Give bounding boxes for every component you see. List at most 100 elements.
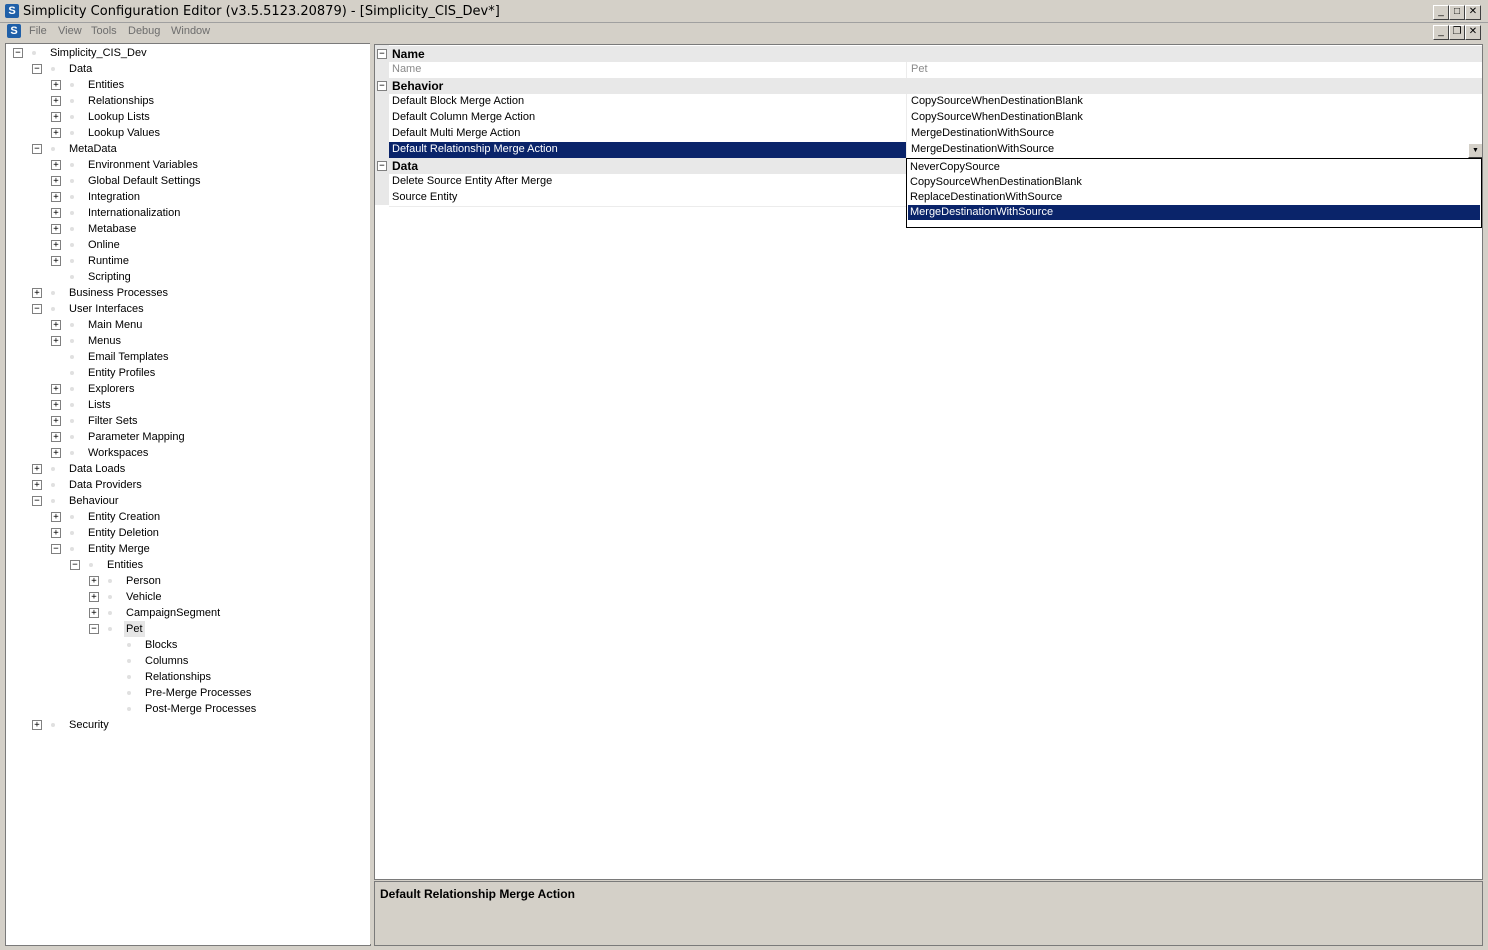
tree-node-label[interactable]: Workspaces bbox=[88, 445, 148, 461]
tree-node-label[interactable]: Pet bbox=[124, 621, 145, 637]
collapse-icon[interactable]: − bbox=[377, 49, 387, 59]
tree-node[interactable]: Email Templates bbox=[6, 349, 366, 365]
tree-node[interactable]: − Data bbox=[6, 61, 366, 77]
property-row[interactable]: Default Column Merge Action CopySourceWhe… bbox=[389, 110, 1482, 127]
minimize-icon[interactable]: _ bbox=[1433, 5, 1449, 20]
tree-node-label[interactable]: Entity Deletion bbox=[88, 525, 159, 541]
tree-node[interactable]: + Runtime bbox=[6, 253, 366, 269]
tree-node-label[interactable]: Business Processes bbox=[69, 285, 168, 301]
tree-node-label[interactable]: Entities bbox=[88, 77, 124, 93]
tree-node-label[interactable]: CampaignSegment bbox=[126, 605, 220, 621]
expand-icon[interactable]: + bbox=[51, 224, 61, 234]
expand-icon[interactable]: + bbox=[32, 480, 42, 490]
tree-node-label[interactable]: Relationships bbox=[145, 669, 211, 685]
menu-view[interactable]: View bbox=[58, 25, 82, 37]
collapse-icon[interactable]: − bbox=[32, 144, 42, 154]
expand-icon[interactable]: + bbox=[51, 128, 61, 138]
tree-node[interactable]: + Workspaces bbox=[6, 445, 366, 461]
tree-node-label[interactable]: Vehicle bbox=[126, 589, 161, 605]
tree-node[interactable]: Scripting bbox=[6, 269, 366, 285]
menu-window[interactable]: Window bbox=[171, 25, 210, 37]
expand-icon[interactable]: + bbox=[51, 160, 61, 170]
tree-node-label[interactable]: Runtime bbox=[88, 253, 129, 269]
expand-icon[interactable]: + bbox=[51, 320, 61, 330]
tree-node[interactable]: − MetaData bbox=[6, 141, 366, 157]
tree-node-label[interactable]: Metabase bbox=[88, 221, 136, 237]
property-row[interactable]: Default Block Merge Action CopySourceWhen… bbox=[389, 94, 1482, 111]
collapse-icon[interactable]: − bbox=[377, 161, 387, 171]
mdi-restore-icon[interactable]: ❐ bbox=[1449, 25, 1465, 40]
merge-action-dropdown-list[interactable]: NeverCopySource CopySourceWhenDestination… bbox=[906, 158, 1482, 228]
expand-icon[interactable]: + bbox=[51, 512, 61, 522]
tree-node-label[interactable]: Entities bbox=[107, 557, 143, 573]
tree-node-label[interactable]: Lists bbox=[88, 397, 111, 413]
property-value[interactable]: MergeDestinationWithSource bbox=[906, 126, 1482, 142]
tree-node[interactable]: + Integration bbox=[6, 189, 366, 205]
expand-icon[interactable]: + bbox=[51, 176, 61, 186]
tree-node-label[interactable]: Menus bbox=[88, 333, 121, 349]
tree-node-label[interactable]: Data bbox=[69, 61, 92, 77]
property-row[interactable]: Default Relationship Merge Action MergeDe… bbox=[389, 142, 1482, 159]
tree-node[interactable]: Entity Profiles bbox=[6, 365, 366, 381]
collapse-icon[interactable]: − bbox=[32, 64, 42, 74]
expand-icon[interactable]: + bbox=[89, 608, 99, 618]
configuration-tree[interactable]: − Simplicity_CIS_Dev − Data + Entities + Relati… bbox=[5, 43, 371, 946]
tree-node[interactable]: + Internationalization bbox=[6, 205, 366, 221]
expand-icon[interactable]: + bbox=[51, 448, 61, 458]
tree-node[interactable]: − User Interfaces bbox=[6, 301, 366, 317]
tree-node-label[interactable]: Entity Profiles bbox=[88, 365, 155, 381]
property-category[interactable]: − Behavior bbox=[375, 78, 1482, 94]
collapse-icon[interactable]: − bbox=[32, 304, 42, 314]
tree-node-label[interactable]: User Interfaces bbox=[69, 301, 144, 317]
expand-icon[interactable]: + bbox=[51, 400, 61, 410]
tree-node-label[interactable]: Scripting bbox=[88, 269, 131, 285]
property-row[interactable]: Name Pet bbox=[389, 62, 1482, 79]
expand-icon[interactable]: + bbox=[51, 96, 61, 106]
tree-node-label[interactable]: Blocks bbox=[145, 637, 177, 653]
tree-node[interactable]: + Security bbox=[6, 717, 366, 733]
expand-icon[interactable]: + bbox=[32, 288, 42, 298]
tree-node[interactable]: + Entity Creation bbox=[6, 509, 366, 525]
tree-node-label[interactable]: Entity Creation bbox=[88, 509, 160, 525]
expand-icon[interactable]: + bbox=[51, 208, 61, 218]
property-value[interactable]: CopySourceWhenDestinationBlank bbox=[906, 94, 1482, 110]
dropdown-option[interactable]: CopySourceWhenDestinationBlank bbox=[908, 175, 1480, 190]
menu-debug[interactable]: Debug bbox=[128, 25, 160, 37]
maximize-icon[interactable]: □ bbox=[1449, 5, 1465, 20]
dropdown-arrow-icon[interactable]: ▼ bbox=[1468, 143, 1482, 158]
expand-icon[interactable]: + bbox=[32, 720, 42, 730]
tree-node-label[interactable]: Data Providers bbox=[69, 477, 142, 493]
tree-node-label[interactable]: Online bbox=[88, 237, 120, 253]
splitter[interactable] bbox=[370, 43, 373, 944]
tree-node-label[interactable]: Global Default Settings bbox=[88, 173, 201, 189]
tree-node[interactable]: Relationships bbox=[6, 669, 366, 685]
expand-icon[interactable]: + bbox=[51, 80, 61, 90]
tree-node[interactable]: + Online bbox=[6, 237, 366, 253]
tree-node[interactable]: + Metabase bbox=[6, 221, 366, 237]
tree-node-label[interactable]: Behaviour bbox=[69, 493, 119, 509]
tree-node[interactable]: + Filter Sets bbox=[6, 413, 366, 429]
tree-node-label[interactable]: Pre-Merge Processes bbox=[145, 685, 251, 701]
dropdown-option[interactable]: ReplaceDestinationWithSource bbox=[908, 190, 1480, 205]
property-row[interactable]: Default Multi Merge Action MergeDestinati… bbox=[389, 126, 1482, 143]
tree-node-label[interactable]: Person bbox=[126, 573, 161, 589]
expand-icon[interactable]: + bbox=[51, 432, 61, 442]
tree-node[interactable]: + Environment Variables bbox=[6, 157, 366, 173]
tree-node[interactable]: + Lookup Lists bbox=[6, 109, 366, 125]
property-value[interactable]: CopySourceWhenDestinationBlank bbox=[906, 110, 1482, 126]
tree-node-label[interactable]: Explorers bbox=[88, 381, 134, 397]
tree-node[interactable]: + Main Menu bbox=[6, 317, 366, 333]
collapse-icon[interactable]: − bbox=[32, 496, 42, 506]
tree-node[interactable]: + Explorers bbox=[6, 381, 366, 397]
tree-node-label[interactable]: Main Menu bbox=[88, 317, 142, 333]
expand-icon[interactable]: + bbox=[89, 576, 99, 586]
tree-node[interactable]: Columns bbox=[6, 653, 366, 669]
expand-icon[interactable]: + bbox=[51, 384, 61, 394]
dropdown-option[interactable]: MergeDestinationWithSource bbox=[908, 205, 1480, 220]
collapse-icon[interactable]: − bbox=[51, 544, 61, 554]
tree-node-label[interactable]: Integration bbox=[88, 189, 140, 205]
tree-node[interactable]: + Relationships bbox=[6, 93, 366, 109]
tree-node-label[interactable]: Email Templates bbox=[88, 349, 169, 365]
collapse-icon[interactable]: − bbox=[13, 48, 23, 58]
expand-icon[interactable]: + bbox=[32, 464, 42, 474]
